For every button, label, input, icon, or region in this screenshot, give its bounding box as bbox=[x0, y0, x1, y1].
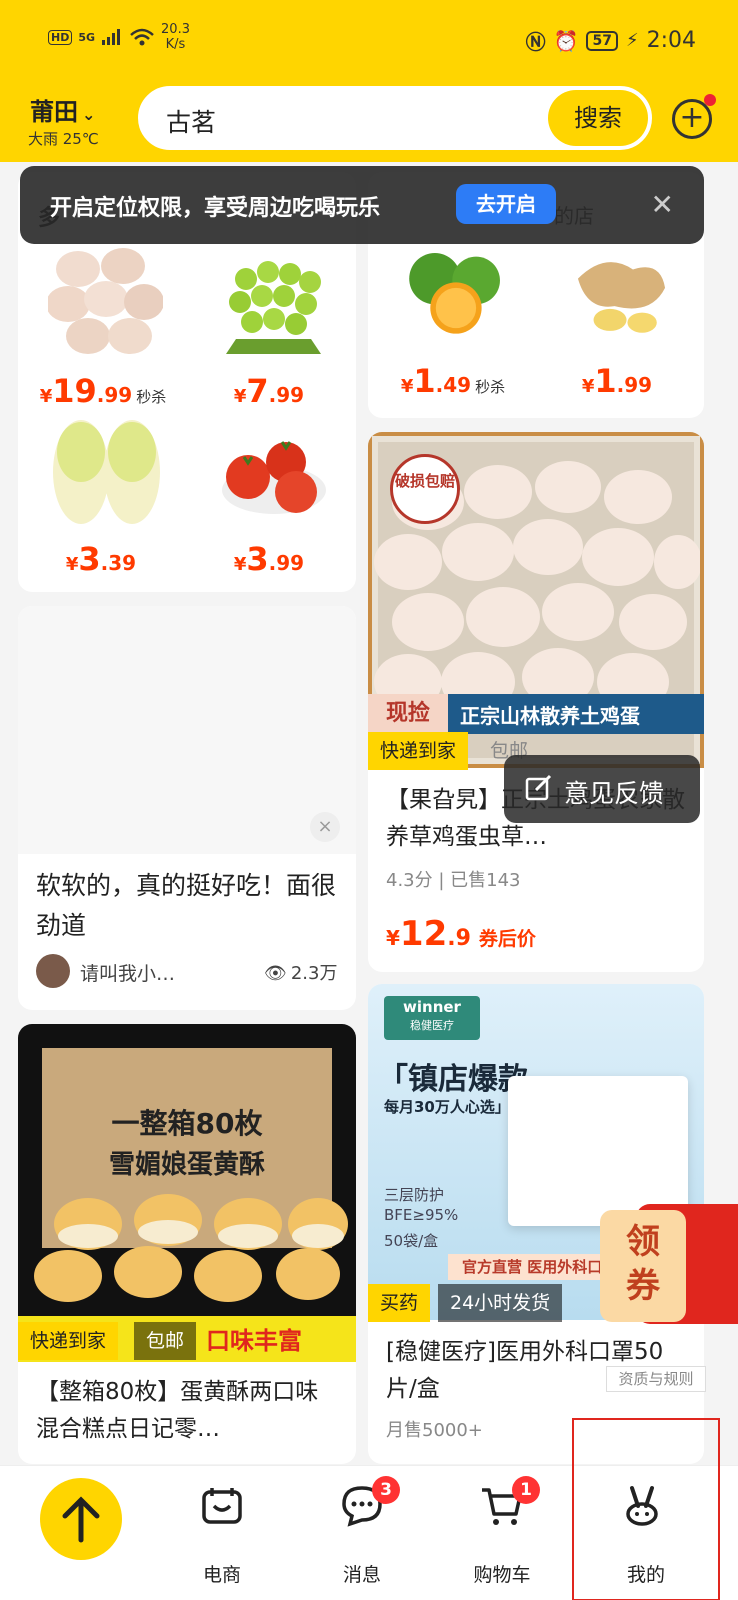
feedback-button[interactable]: 意见反馈 bbox=[504, 755, 700, 823]
delivery-badge: 快递到家 bbox=[18, 1322, 119, 1360]
product-price: ¥7.99 bbox=[233, 372, 305, 410]
tab-messages[interactable]: 3 消息 bbox=[292, 1466, 432, 1600]
ginger-image bbox=[577, 262, 666, 333]
rules-link[interactable]: 资质与规则 bbox=[606, 1366, 706, 1392]
product-price: ¥1.49 秒杀 bbox=[400, 362, 506, 400]
mask-subheadline: 每月30万人心选」 bbox=[384, 1098, 510, 1116]
avatar[interactable] bbox=[36, 954, 70, 988]
message-count-badge: 3 bbox=[372, 1476, 400, 1504]
shipping-badge: 24小时发货 bbox=[438, 1284, 563, 1322]
search-button[interactable]: 搜索 bbox=[548, 90, 648, 146]
scroll-to-top-button[interactable] bbox=[40, 1478, 122, 1560]
status-bar: HD 5G 20.3 K/s Ⓝ ⏰ 57 ⚡ 2:04 bbox=[0, 0, 738, 82]
product-item-cabbage[interactable]: ¥3.39 bbox=[28, 412, 178, 592]
feedback-label: 意见反馈 bbox=[564, 779, 665, 808]
network-type: 5G bbox=[78, 30, 96, 44]
pharmacy-badge: 买药 bbox=[368, 1284, 431, 1322]
close-icon[interactable]: ✕ bbox=[651, 188, 674, 221]
note-card[interactable]: × 软软的，真的挺好吃！面很劲道 请叫我小… 👁 2.3万 bbox=[18, 606, 356, 1010]
product-title: 【整箱80枚】蛋黄酥两口味混合糕点日记零… bbox=[36, 1379, 319, 1442]
delivery-badge: 快递到家 bbox=[368, 732, 469, 770]
enable-location-button[interactable]: 去开启 bbox=[456, 184, 556, 224]
bottom-tab-bar: 电商 3 消息 1 购物车 我的 bbox=[0, 1418, 738, 1600]
top-header: 莆田 ⌄ 大雨 25℃ 古茗 搜索 + bbox=[0, 82, 738, 162]
tab-label: 电商 bbox=[202, 1564, 241, 1586]
product-sales: 月售5000+ bbox=[386, 1420, 483, 1441]
eggs-banner: 现捡 正宗山林散养土鸡蛋 bbox=[368, 694, 704, 734]
nfc-icon: Ⓝ bbox=[525, 30, 546, 54]
coupon-card: 领券 bbox=[600, 1210, 686, 1322]
shop-icon bbox=[202, 1488, 242, 1524]
cake-strip-text: 口味丰富 bbox=[206, 1327, 302, 1355]
tab-cart[interactable]: 1 购物车 bbox=[432, 1466, 572, 1600]
product-item-ginger[interactable]: ¥1.99 bbox=[544, 242, 694, 418]
chevron-down-icon: ⌄ bbox=[82, 105, 96, 124]
mask-headline: 「镇店爆款 bbox=[378, 1062, 528, 1097]
tab-ecommerce[interactable]: 电商 bbox=[152, 1466, 292, 1600]
note-image-placeholder bbox=[18, 606, 356, 854]
tomatoes-image bbox=[222, 441, 326, 514]
eggs-product-image: 破损包赔 现捡 正宗山林散养土鸡蛋 快递到家 包邮 bbox=[368, 432, 704, 772]
damage-guarantee-stamp: 破损包赔 bbox=[390, 454, 460, 524]
network-speed: 20.3 K/s bbox=[161, 22, 190, 52]
product-price: ¥1.99 bbox=[581, 362, 653, 400]
toast-text: 开启定位权限，享受周边吃喝玩乐 bbox=[50, 196, 381, 221]
profile-icon bbox=[626, 1486, 658, 1526]
battery-icon: 57 bbox=[586, 30, 618, 51]
note-text: 软软的，真的挺好吃！面很劲道 bbox=[36, 871, 337, 940]
product-item-eggs[interactable]: ¥19.99 秒杀 bbox=[28, 244, 178, 424]
wifi-icon bbox=[130, 28, 154, 46]
view-count: 👁 2.3万 bbox=[264, 963, 338, 984]
product-card-egg-yolk-pastry[interactable]: 一整箱80枚 雪媚娘蛋黄酥 口味丰富 快递到家 包邮 【整箱80枚】蛋黄酥两口味… bbox=[18, 1024, 356, 1464]
product-price: ¥3.99 bbox=[233, 540, 305, 578]
search-input[interactable]: 古茗 bbox=[166, 103, 216, 139]
product-card-eggs[interactable]: 破损包赔 现捡 正宗山林散养土鸡蛋 快递到家 包邮 【果旮旯】正宗土鸡蛋农家散养… bbox=[368, 432, 704, 972]
location-permission-toast: 开启定位权限，享受周边吃喝玩乐 去开启 ✕ bbox=[20, 166, 704, 244]
product-item-tomatoes[interactable]: ¥3.99 bbox=[196, 412, 346, 592]
cake-line-2: 雪媚娘蛋黄酥 bbox=[108, 1150, 265, 1180]
tab-label: 我的 bbox=[626, 1564, 665, 1586]
charging-icon: ⚡ bbox=[625, 30, 639, 51]
city-selector[interactable]: 莆田 ⌄ bbox=[30, 92, 95, 127]
cabbage-image bbox=[53, 420, 160, 524]
alarm-icon: ⏰ bbox=[553, 28, 579, 53]
search-box[interactable]: 古茗 搜索 bbox=[136, 84, 654, 152]
signal-icon bbox=[102, 29, 121, 45]
product-item-oranges[interactable]: ¥1.49 秒杀 bbox=[378, 242, 528, 418]
product-rating: 4.3分 | 已售143 bbox=[386, 870, 521, 891]
edit-icon bbox=[525, 774, 552, 801]
free-shipping-badge: 包邮 bbox=[134, 1322, 197, 1360]
author-name[interactable]: 请叫我小… bbox=[80, 959, 175, 986]
grapes-image bbox=[226, 261, 321, 354]
cart-count-badge: 1 bbox=[512, 1476, 540, 1504]
product-price: ¥19.99 秒杀 bbox=[39, 372, 167, 410]
tab-mine[interactable]: 我的 bbox=[572, 1418, 720, 1600]
mask-spec-1: 三层防护 bbox=[384, 1186, 445, 1204]
hd-icon: HD bbox=[48, 29, 73, 45]
oranges-image bbox=[409, 253, 500, 334]
tab-label: 消息 bbox=[342, 1564, 381, 1586]
tab-label: 购物车 bbox=[473, 1564, 531, 1586]
close-icon[interactable]: × bbox=[310, 812, 340, 842]
weather-info: 大雨 25℃ bbox=[28, 130, 99, 148]
product-price: ¥12.9 券后价 bbox=[386, 914, 536, 954]
notification-dot bbox=[704, 94, 716, 106]
cake-product-image: 一整箱80枚 雪媚娘蛋黄酥 口味丰富 快递到家 包邮 bbox=[18, 1024, 356, 1362]
mask-spec-2: BFE≥95% bbox=[384, 1206, 459, 1224]
coupon-widget[interactable]: 领券 bbox=[596, 1200, 738, 1330]
product-price: ¥3.39 bbox=[65, 540, 137, 578]
product-item-grapes[interactable]: ¥7.99 bbox=[196, 244, 346, 424]
arrow-up-icon bbox=[62, 1496, 100, 1543]
cake-line-1: 一整箱80枚 bbox=[111, 1107, 263, 1140]
eye-icon: 👁 bbox=[264, 963, 287, 984]
eggs-image bbox=[48, 248, 163, 354]
mask-spec-3: 50袋/盒 bbox=[384, 1232, 439, 1250]
brand-logo: winner 稳健医疗 bbox=[384, 996, 480, 1040]
clock: 2:04 bbox=[646, 28, 696, 53]
pastry-illustration bbox=[34, 1194, 348, 1302]
